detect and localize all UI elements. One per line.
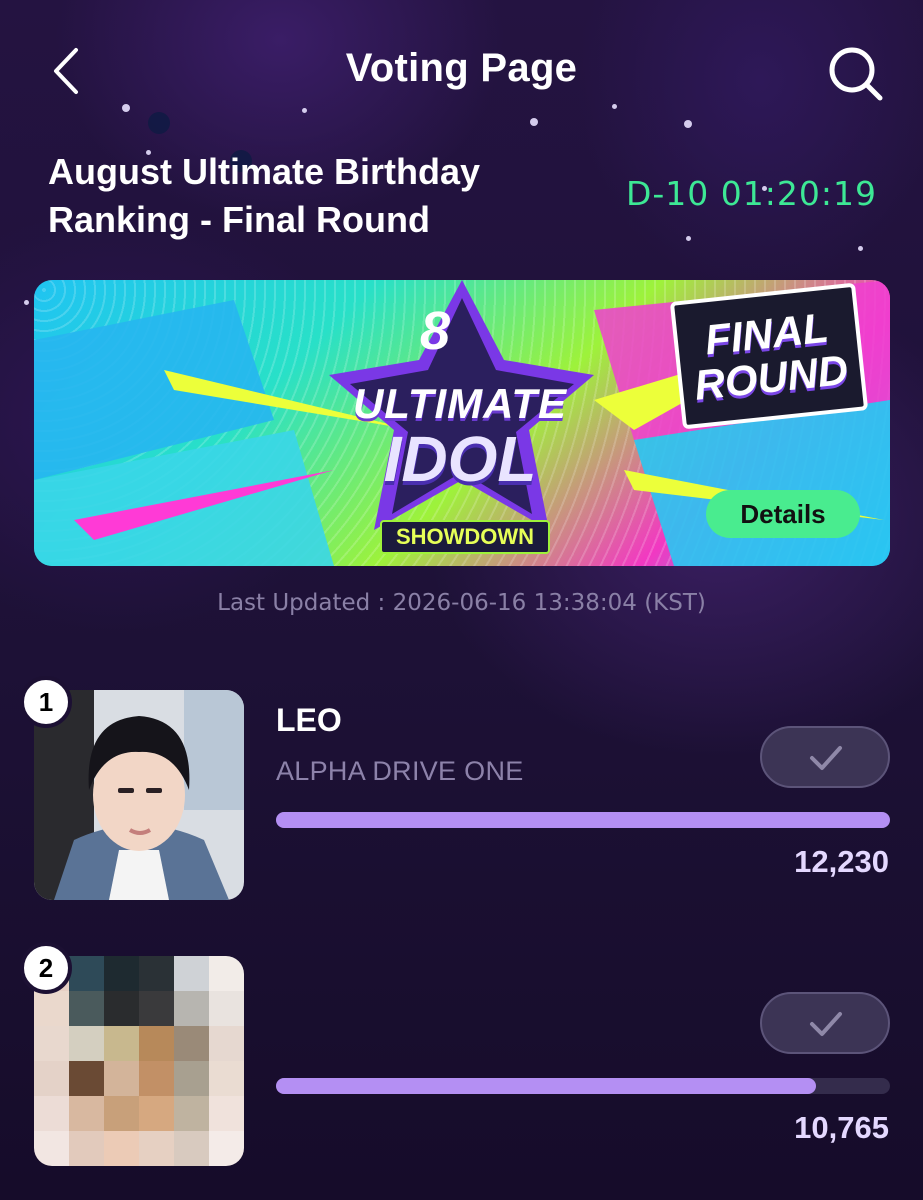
candidate-name: LEO — [276, 702, 342, 738]
vote-progress-bar — [276, 812, 890, 828]
banner-logo-ultimate: ULTIMATE — [352, 380, 568, 427]
event-title-line: Ranking - Final Round — [48, 199, 430, 240]
vote-progress-fill — [276, 812, 890, 828]
vote-count: 12,230 — [794, 844, 889, 879]
countdown-timer: D-10 01:20:19 — [625, 174, 877, 213]
event-title-line: August Ultimate Birthday — [48, 151, 481, 192]
candidate-group: ALPHA DRIVE ONE — [276, 756, 524, 786]
event-title: August Ultimate Birthday Ranking - Final… — [48, 148, 608, 244]
vote-progress-fill — [276, 1078, 817, 1094]
vote-progress-bar — [276, 1078, 890, 1094]
ranking-row[interactable]: 2 10,765 — [0, 942, 923, 1196]
ranking-row[interactable]: 1 LEO ALPHA DRIVE ONE 12,230 — [0, 676, 923, 930]
star-decoration — [686, 236, 691, 241]
details-button[interactable]: Details — [706, 490, 860, 538]
last-updated-text: Last Updated : 2026-06-16 13:38:04 (KST) — [217, 590, 706, 616]
star-decoration — [858, 246, 863, 251]
banner-logo-idol: IDOL — [383, 423, 537, 495]
avatar — [34, 690, 244, 900]
page-title: Voting Page — [345, 46, 578, 90]
avatar — [34, 956, 244, 1166]
search-button[interactable] — [826, 44, 886, 104]
banner-logo-number: 8 — [420, 301, 451, 361]
check-icon — [810, 1012, 842, 1036]
candidate-photo — [34, 690, 244, 900]
vote-button[interactable] — [760, 992, 890, 1054]
final-round-badge: FINAL ROUND — [669, 282, 869, 430]
banner-showdown-label: SHOWDOWN — [380, 520, 550, 554]
check-icon — [810, 746, 842, 770]
rank-badge: 2 — [20, 942, 72, 994]
rank-badge: 1 — [20, 676, 72, 728]
top-bar: Voting Page — [0, 0, 923, 140]
star-decoration — [24, 300, 29, 305]
vote-button[interactable] — [760, 726, 890, 788]
vote-count: 10,765 — [794, 1110, 889, 1145]
candidate-photo-pixelated — [34, 956, 244, 1166]
search-icon — [829, 47, 883, 101]
